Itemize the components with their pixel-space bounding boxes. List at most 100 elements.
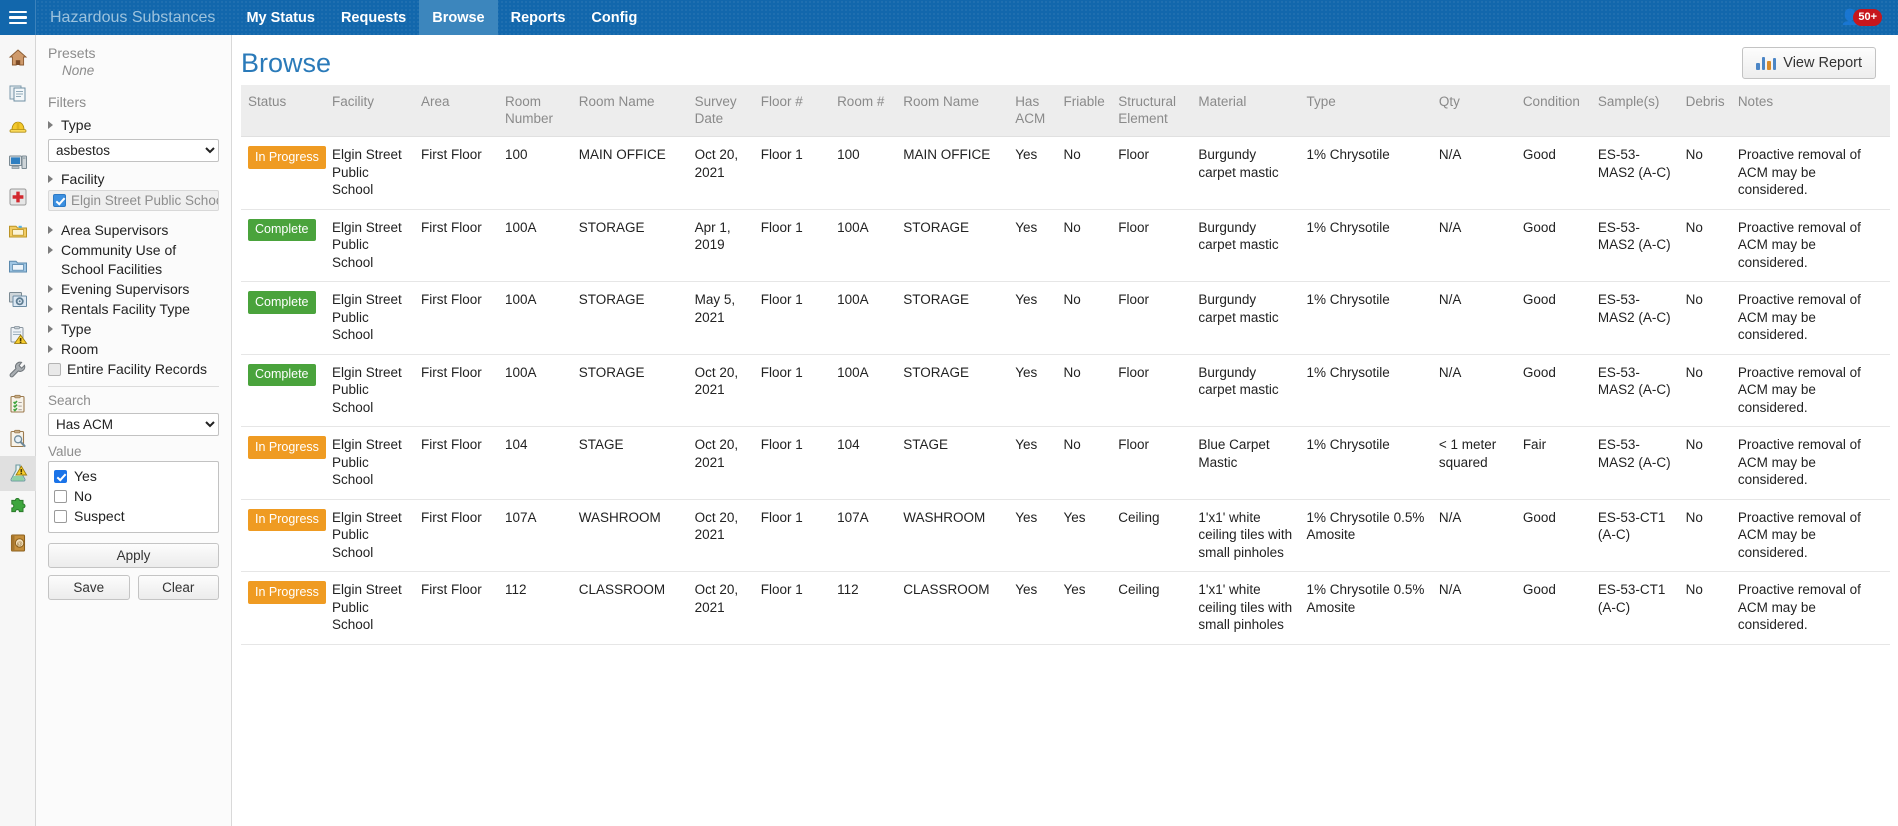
nav-tab-requests[interactable]: Requests xyxy=(328,0,419,35)
table-row[interactable]: Complete Elgin Street Public School First … xyxy=(241,354,1890,427)
cell-room-hash: 100 xyxy=(830,136,897,210)
cell-floor: Floor 1 xyxy=(753,499,831,572)
rail-item-windows-settings[interactable] xyxy=(0,283,36,318)
cell-status: Complete xyxy=(241,209,325,282)
filter-node-facility[interactable]: Facility xyxy=(48,170,219,189)
rail-item-first-aid[interactable] xyxy=(0,179,36,214)
puzzle-piece-icon xyxy=(8,498,28,518)
column-header-condition[interactable]: Condition xyxy=(1515,85,1591,137)
apply-button[interactable]: Apply xyxy=(48,543,219,568)
column-header-room-name[interactable]: Room Name xyxy=(896,85,1009,137)
rail-item-documents[interactable] xyxy=(0,76,36,111)
filter-node-area-supervisors[interactable]: Area Supervisors xyxy=(48,221,219,240)
filter-node-label: Room xyxy=(61,341,99,357)
filter-node-evening-supervisors[interactable]: Evening Supervisors xyxy=(48,280,219,299)
table-row[interactable]: In Progress Elgin Street Public School Fir… xyxy=(241,426,1890,500)
nav-tab-my-status[interactable]: My Status xyxy=(233,0,328,35)
column-header-has-acm[interactable]: Has ACM xyxy=(1008,85,1057,137)
table-row[interactable]: In Progress Elgin Street Public School Fir… xyxy=(241,571,1890,645)
column-header-status[interactable]: Status xyxy=(241,85,325,137)
value-option-yes[interactable]: Yes xyxy=(54,466,213,486)
cell-samples: ES-53-MAS2 (A-C) xyxy=(1590,209,1679,282)
column-header-area[interactable]: Area xyxy=(414,85,498,137)
cell-friable: No xyxy=(1056,136,1112,210)
notification-count-badge: 50+ xyxy=(1853,9,1882,26)
user-notifications-button[interactable]: 👤 50+ xyxy=(1841,9,1882,26)
table-row[interactable]: Complete Elgin Street Public School First … xyxy=(241,281,1890,355)
rail-item-clipboard-search[interactable] xyxy=(0,422,36,457)
facility-selected-chip[interactable]: Elgin Street Public School xyxy=(48,190,219,211)
type-filter-select[interactable]: asbestos xyxy=(48,139,219,162)
column-header-room-name[interactable]: Room Name xyxy=(571,85,688,137)
column-header-qty[interactable]: Qty xyxy=(1431,85,1516,137)
column-header-floor[interactable]: Floor # xyxy=(753,85,831,137)
value-option-suspect[interactable]: Suspect xyxy=(54,506,213,526)
column-header-material[interactable]: Material xyxy=(1191,85,1300,137)
app-name: Hazardous Substances xyxy=(50,8,216,26)
table-row[interactable]: In Progress Elgin Street Public School Fir… xyxy=(241,136,1890,210)
clear-button[interactable]: Clear xyxy=(137,575,219,600)
column-header-room-number[interactable]: Room Number xyxy=(498,85,572,137)
search-field-select[interactable]: Has ACM xyxy=(48,413,219,436)
rail-item-clipboard-warning[interactable] xyxy=(0,318,36,353)
filter-node-community-use-of-school-facilities[interactable]: Community Use of School Facilities xyxy=(48,241,219,279)
page-title: Browse xyxy=(241,47,332,78)
rail-item-home[interactable] xyxy=(0,41,36,76)
value-options-box: Yes No Suspect xyxy=(48,461,219,533)
nav-tab-config[interactable]: Config xyxy=(578,0,650,35)
filter-node-room[interactable]: Room xyxy=(48,340,219,359)
svg-text:@: @ xyxy=(16,540,22,547)
column-header-facility[interactable]: Facility xyxy=(324,85,415,137)
column-header-room[interactable]: Room # xyxy=(830,85,897,137)
cell-samples: ES-53-MAS2 (A-C) xyxy=(1590,354,1679,427)
hamburger-menu-icon[interactable] xyxy=(0,0,36,35)
rail-item-wrench[interactable] xyxy=(0,352,36,387)
cell-has-acm: Yes xyxy=(1008,499,1057,572)
filter-node-rentals-facility-type[interactable]: Rentals Facility Type xyxy=(48,300,219,319)
cell-notes: Proactive removal of ACM may be consider… xyxy=(1730,136,1890,210)
rail-item-clipboard-check[interactable] xyxy=(0,387,36,422)
cell-area: First Floor xyxy=(414,571,498,645)
column-header-friable[interactable]: Friable xyxy=(1056,85,1112,137)
presets-heading: Presets xyxy=(48,45,96,61)
rail-item-workstation[interactable] xyxy=(0,145,36,180)
status-badge: Complete xyxy=(248,291,316,314)
view-report-button[interactable]: View Report xyxy=(1742,47,1876,79)
cell-material: 1'x1' white ceiling tiles with small pin… xyxy=(1191,499,1300,572)
table-row[interactable]: Complete Elgin Street Public School First … xyxy=(241,209,1890,282)
blue-folder-icon xyxy=(8,256,28,276)
rail-item-blue-folder[interactable] xyxy=(0,249,36,284)
value-option-no[interactable]: No xyxy=(54,486,213,506)
nav-tab-browse[interactable]: Browse xyxy=(419,0,498,35)
cell-friable: No xyxy=(1056,426,1112,500)
checkbox-checked-icon xyxy=(53,194,66,207)
nav-tab-reports[interactable]: Reports xyxy=(498,0,579,35)
save-button[interactable]: Save xyxy=(48,575,130,600)
rail-item-hard-hat[interactable] xyxy=(0,110,36,145)
column-header-survey-date[interactable]: Survey Date xyxy=(687,85,754,137)
cell-survey-date: Oct 20, 2021 xyxy=(687,499,754,572)
rail-item-yellow-folder[interactable] xyxy=(0,214,36,249)
entire-facility-records-row[interactable]: Entire Facility Records xyxy=(48,361,219,377)
column-header-debris[interactable]: Debris xyxy=(1678,85,1731,137)
table-row[interactable]: In Progress Elgin Street Public School Fir… xyxy=(241,499,1890,572)
cell-structural-element: Floor xyxy=(1111,209,1192,282)
browse-table-container[interactable]: Status Facility Area Room Number Room Name Su… xyxy=(233,85,1898,820)
filter-node-type[interactable]: Type xyxy=(48,320,219,339)
rail-item-puzzle-piece[interactable] xyxy=(0,491,36,526)
cell-room-number: 100A xyxy=(498,281,572,355)
column-header-notes[interactable]: Notes xyxy=(1730,85,1890,137)
filter-node-label: Community Use of School Facilities xyxy=(61,242,177,277)
cell-room-hash: 104 xyxy=(830,426,897,500)
column-header-sample-s[interactable]: Sample(s) xyxy=(1590,85,1679,137)
cell-samples: ES-53-CT1 (A-C) xyxy=(1590,499,1679,572)
status-badge: Complete xyxy=(248,218,316,241)
cell-room-name: STORAGE xyxy=(571,281,688,355)
cell-qty: N/A xyxy=(1431,354,1516,427)
filter-node-type[interactable]: Type xyxy=(48,116,219,135)
column-header-structural-element[interactable]: Structural Element xyxy=(1111,85,1192,137)
rail-item-hazard-flask[interactable] xyxy=(0,456,36,491)
column-header-type[interactable]: Type xyxy=(1299,85,1432,137)
rail-item-address-book[interactable]: @ xyxy=(0,525,36,560)
chevron-right-icon xyxy=(48,285,59,293)
